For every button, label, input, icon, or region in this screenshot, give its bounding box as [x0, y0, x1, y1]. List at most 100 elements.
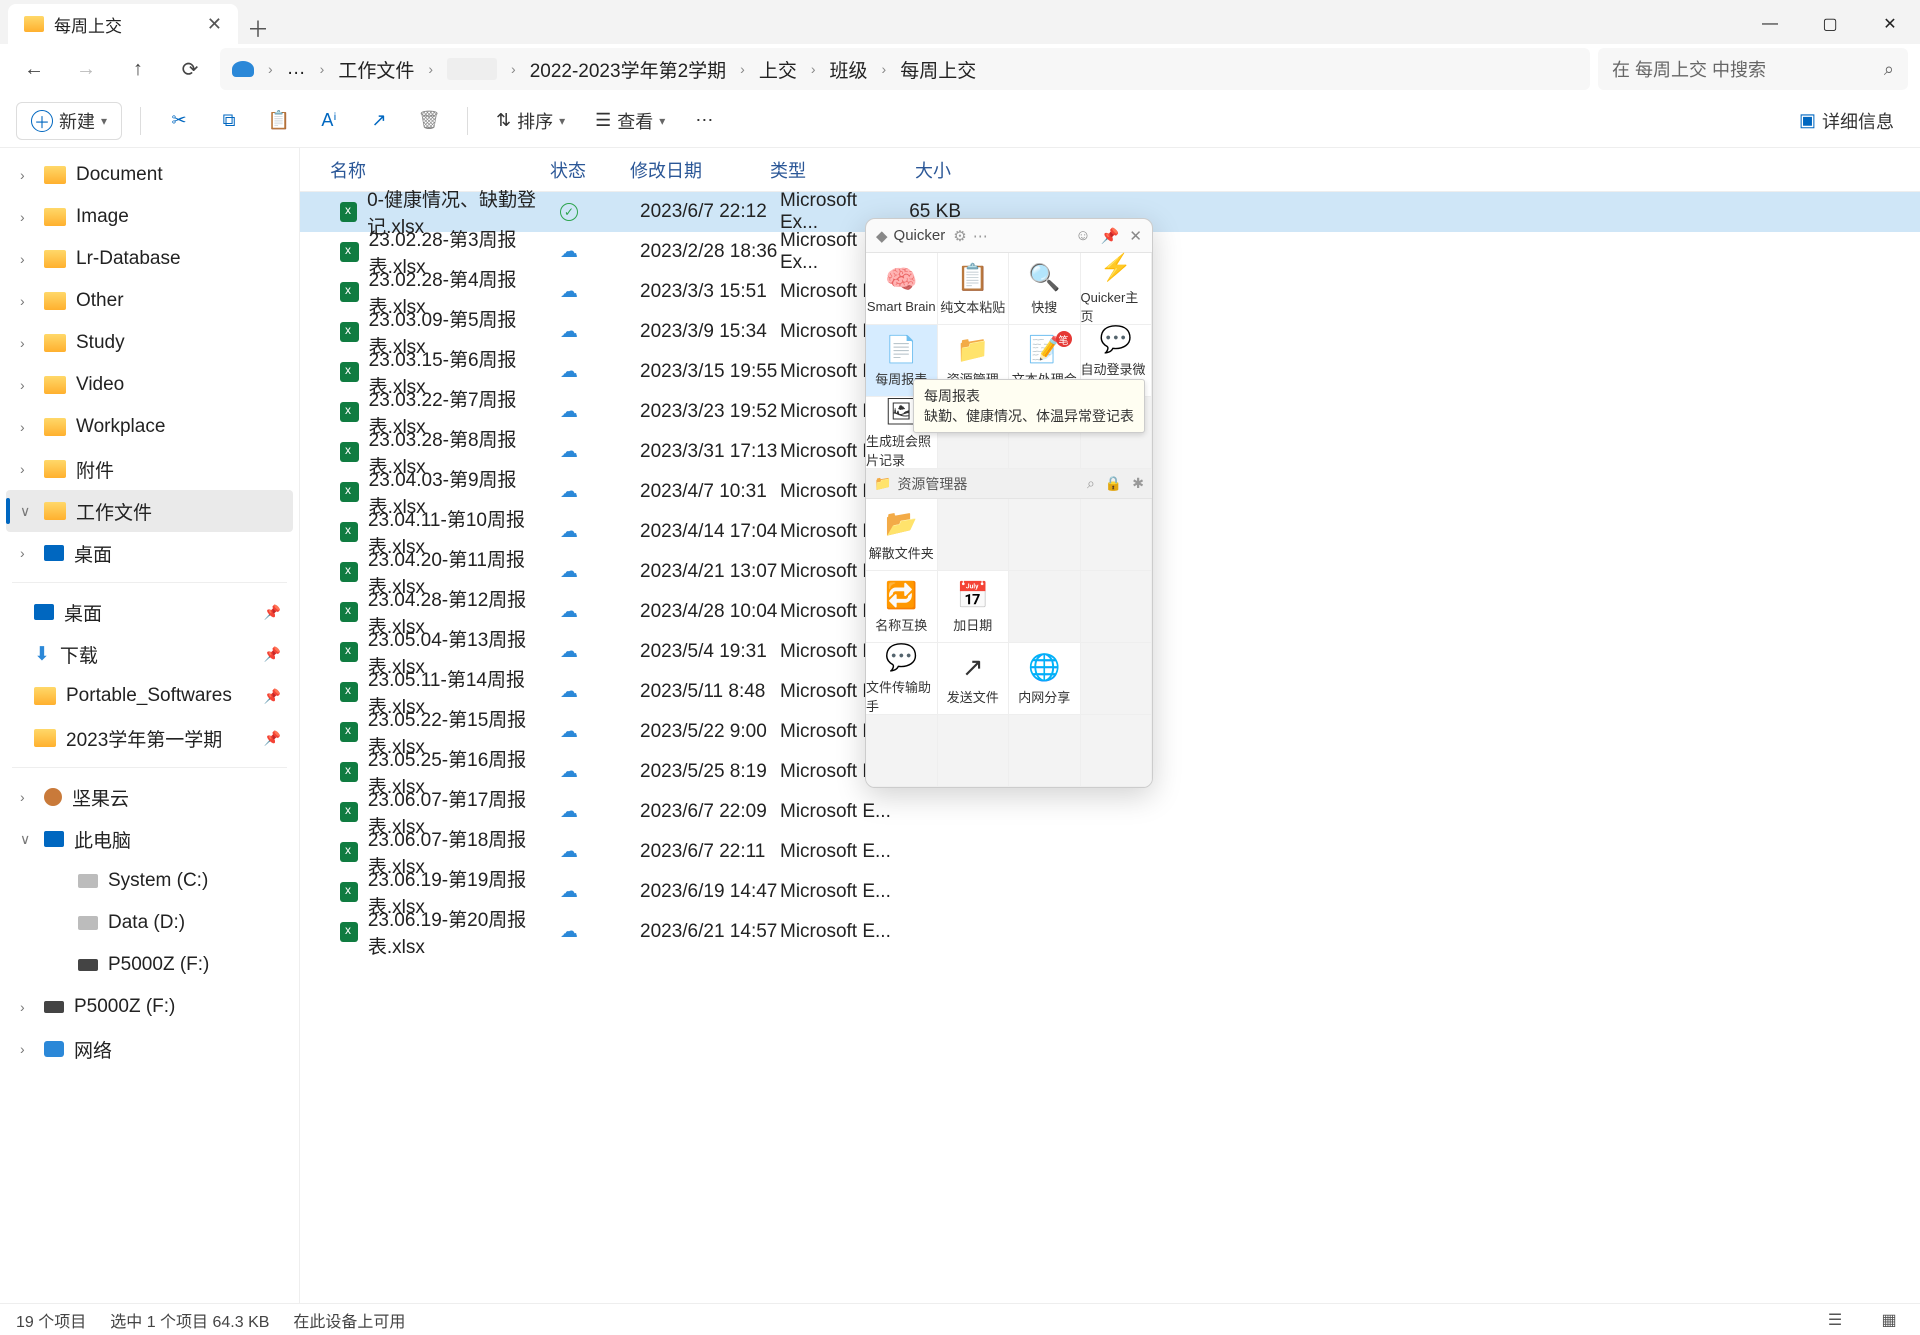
- col-name[interactable]: 名称: [300, 157, 550, 183]
- crumb-redacted[interactable]: [447, 58, 497, 80]
- quicker-action[interactable]: 🔁 名称互换: [866, 571, 938, 643]
- crumb[interactable]: 每周上交: [900, 56, 976, 83]
- sidebar-item[interactable]: ∨ 工作文件: [6, 490, 293, 532]
- quicker-action[interactable]: 🌐 内网分享: [1009, 643, 1081, 715]
- search-input[interactable]: 在 每周上交 中搜索 ⌕: [1598, 48, 1908, 90]
- device-item[interactable]: Data (D:): [0, 902, 299, 944]
- pin-icon[interactable]: 📌: [1101, 227, 1120, 245]
- list-view-button[interactable]: ☰: [1820, 1308, 1850, 1332]
- search-placeholder: 在 每周上交 中搜索: [1612, 56, 1766, 82]
- quicker-empty-cell[interactable]: [938, 499, 1010, 571]
- quicker-action[interactable]: 📅 加日期: [938, 571, 1010, 643]
- crumb[interactable]: 上交: [759, 56, 797, 83]
- quicker-action[interactable]: 💬 文件传输助手: [866, 643, 938, 715]
- sidebar-item[interactable]: › 附件: [0, 448, 299, 490]
- sidebar[interactable]: › Document › Image › Lr-Database › Other…: [0, 148, 300, 1303]
- quicker-empty-cell[interactable]: [1081, 715, 1153, 787]
- sidebar-item[interactable]: › Video: [0, 364, 299, 406]
- quicker-empty-cell[interactable]: [938, 715, 1010, 787]
- copy-button[interactable]: ⧉: [209, 102, 249, 140]
- quick-access-item[interactable]: 2023学年第一学期 📌: [0, 717, 299, 759]
- quicker-action[interactable]: 📋 纯文本粘贴: [938, 253, 1010, 325]
- search-icon[interactable]: ⌕: [1087, 475, 1095, 492]
- forward-button[interactable]: →: [64, 49, 108, 89]
- crumb[interactable]: 2022-2023学年第2学期: [530, 56, 726, 83]
- sidebar-item[interactable]: › Other: [0, 280, 299, 322]
- quicker-action[interactable]: 📂 解散文件夹: [866, 499, 938, 571]
- action-label: Quicker主页: [1081, 287, 1152, 325]
- quicker-action[interactable]: ⚡ Quicker主页: [1081, 253, 1153, 325]
- quicker-empty-cell[interactable]: [1081, 571, 1153, 643]
- crumb[interactable]: 工作文件: [338, 56, 414, 83]
- cloud-icon: ☁: [560, 561, 578, 581]
- up-button[interactable]: ↑: [116, 49, 160, 89]
- sidebar-item[interactable]: › Study: [0, 322, 299, 364]
- quicker-empty-cell[interactable]: [1081, 643, 1153, 715]
- maximize-button[interactable]: ▢: [1800, 4, 1860, 44]
- grid-view-button[interactable]: ▦: [1874, 1308, 1904, 1332]
- device-item[interactable]: System (C:): [0, 860, 299, 902]
- tab-close-icon[interactable]: ✕: [207, 14, 222, 35]
- device-item[interactable]: › 网络: [0, 1028, 299, 1070]
- col-status[interactable]: 状态: [550, 157, 630, 183]
- quicker-action[interactable]: ↗ 发送文件: [938, 643, 1010, 715]
- chevron-icon: ›: [20, 545, 34, 561]
- quicker-titlebar[interactable]: ◆ Quicker ⚙ ⋯ ☺ 📌 ✕: [866, 219, 1152, 253]
- more-icon[interactable]: …: [287, 58, 306, 80]
- sidebar-item[interactable]: › Lr-Database: [0, 238, 299, 280]
- settings-icon[interactable]: ✱: [1132, 475, 1144, 492]
- close-icon[interactable]: ✕: [1129, 227, 1142, 245]
- refresh-button[interactable]: ⟳: [168, 49, 212, 89]
- rename-button[interactable]: Aⁱ: [309, 102, 349, 140]
- sidebar-item[interactable]: › Document: [0, 154, 299, 196]
- view-button[interactable]: ☰ 查看 ▾: [585, 102, 675, 140]
- delete-button[interactable]: 🗑: [409, 102, 449, 140]
- minimize-button[interactable]: —: [1740, 4, 1800, 44]
- col-size[interactable]: 大小: [885, 157, 965, 183]
- search-icon: ⌕: [1884, 59, 1894, 80]
- user-icon[interactable]: ☺: [1075, 227, 1090, 245]
- device-item[interactable]: ∨ 此电脑: [0, 818, 299, 860]
- quicker-popup[interactable]: ◆ Quicker ⚙ ⋯ ☺ 📌 ✕ 🧠 Smart Brain 📋 纯文本粘…: [865, 218, 1153, 788]
- lock-icon[interactable]: 🔒: [1105, 475, 1122, 492]
- quicker-empty-cell[interactable]: [866, 715, 938, 787]
- sort-button[interactable]: ⇅ 排序 ▾: [486, 102, 575, 140]
- device-item[interactable]: P5000Z (F:): [0, 944, 299, 986]
- sidebar-item[interactable]: › 桌面: [0, 532, 299, 574]
- col-date[interactable]: 修改日期: [630, 157, 770, 183]
- chevron-icon: ∨: [20, 503, 34, 520]
- back-button[interactable]: ←: [12, 49, 56, 89]
- file-row[interactable]: 23.06.19-第20周报表.xlsx ☁ 2023/6/21 14:57 M…: [300, 912, 1920, 952]
- quick-access-item[interactable]: 桌面 📌: [0, 591, 299, 633]
- device-item[interactable]: › P5000Z (F:): [0, 986, 299, 1028]
- more-icon[interactable]: ⋯: [973, 227, 988, 245]
- more-button[interactable]: ⋯: [685, 102, 723, 140]
- quicker-action[interactable]: 🧠 Smart Brain: [866, 253, 938, 325]
- gear-icon[interactable]: ⚙: [953, 227, 966, 245]
- quicker-empty-cell[interactable]: [1081, 499, 1153, 571]
- quicker-empty-cell[interactable]: [1009, 499, 1081, 571]
- share-button[interactable]: ↗: [359, 102, 399, 140]
- xlsx-icon: [340, 402, 359, 422]
- xlsx-icon: [340, 562, 358, 582]
- quick-access-item[interactable]: ⬇下载 📌: [0, 633, 299, 675]
- crumb[interactable]: 班级: [830, 56, 868, 83]
- xlsx-icon: [340, 722, 358, 742]
- close-button[interactable]: ✕: [1860, 4, 1920, 44]
- window-tab[interactable]: 每周上交 ✕: [8, 4, 238, 44]
- cut-button[interactable]: ✂: [159, 102, 199, 140]
- quicker-empty-cell[interactable]: [1009, 715, 1081, 787]
- details-button[interactable]: ▣ 详细信息: [1789, 102, 1904, 140]
- quick-access-item[interactable]: Portable_Softwares 📌: [0, 675, 299, 717]
- paste-button[interactable]: 📋: [259, 102, 299, 140]
- breadcrumb[interactable]: › … › 工作文件 › › 2022-2023学年第2学期 › 上交 › 班级…: [220, 48, 1590, 90]
- quicker-empty-cell[interactable]: [1009, 571, 1081, 643]
- new-tab-button[interactable]: ＋: [238, 12, 278, 44]
- sidebar-item[interactable]: › Workplace: [0, 406, 299, 448]
- desktop-icon: [44, 545, 64, 561]
- quicker-action[interactable]: 🔍 快搜: [1009, 253, 1081, 325]
- new-button[interactable]: ＋ 新建 ▾: [16, 102, 122, 140]
- device-item[interactable]: › 坚果云: [0, 776, 299, 818]
- col-type[interactable]: 类型: [770, 157, 885, 183]
- sidebar-item[interactable]: › Image: [0, 196, 299, 238]
